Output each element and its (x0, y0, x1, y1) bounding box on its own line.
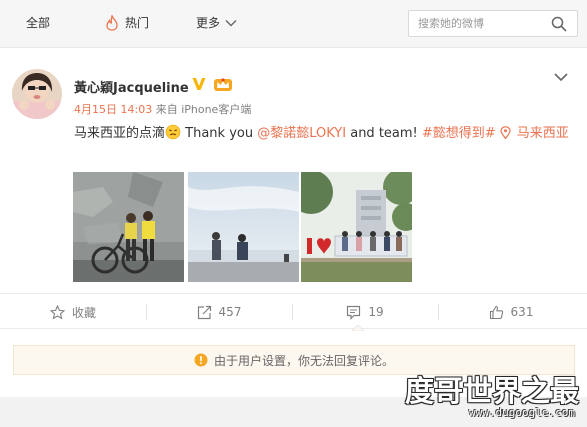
location-link[interactable]: 马来西亚 (517, 126, 569, 141)
post-source: 来自 iPhone客户端 (155, 103, 252, 116)
repost-count: 457 (218, 305, 242, 319)
site-watermark: 度哥世界之最 www.dugoogle.com (393, 368, 581, 424)
post-content: 马来西亚的点滴 Thank you @黎諾懿LOKYI and team! #懿… (74, 123, 574, 145)
comment-button[interactable]: 19 (292, 294, 438, 330)
flame-icon (106, 14, 118, 31)
mention-link[interactable]: @黎諾懿LOKYI (257, 126, 346, 141)
tab-more-label: 更多 (196, 16, 221, 30)
favorite-button[interactable]: 收藏 (0, 294, 146, 330)
tab-hot-label: 热门 (125, 16, 150, 30)
post-image-3[interactable] (301, 172, 412, 282)
chevron-down-icon (225, 19, 237, 26)
star-icon (49, 304, 65, 320)
comment-count: 19 (368, 305, 384, 319)
tab-all-label: 全部 (26, 16, 51, 30)
like-count: 631 (510, 305, 534, 319)
favorite-label: 收藏 (71, 305, 96, 320)
crown-icon[interactable] (213, 76, 233, 92)
post-text-lead: 马来西亚的点滴 (74, 126, 166, 141)
search-box (408, 10, 578, 37)
post-text-and-team: and team! (346, 126, 422, 141)
comment-caret-icon (352, 325, 364, 331)
avatar-image (12, 69, 62, 119)
post-image-1[interactable] (73, 172, 184, 282)
notice-text: 由于用户设置，你无法回复评论。 (213, 353, 394, 368)
post-time[interactable]: 4月15日 14:03 (74, 103, 152, 116)
watermark-url: www.dugoogle.com (469, 406, 575, 419)
verified-v-icon[interactable] (191, 76, 207, 92)
tab-all[interactable]: 全部 (26, 14, 50, 31)
wall-mural-bicycle-image (73, 172, 184, 282)
post-action-bar: 收藏 457 19 631 (0, 293, 587, 331)
comment-icon (347, 305, 361, 320)
like-button[interactable]: 631 (438, 294, 584, 330)
repost-button[interactable]: 457 (146, 294, 292, 330)
sea-shore-image (188, 172, 299, 282)
post-image-2[interactable] (188, 172, 299, 282)
i-love-penang-sign-image (301, 172, 412, 282)
avatar[interactable] (12, 69, 62, 119)
thumbs-up-icon (489, 305, 503, 319)
tab-more[interactable]: 更多 (196, 14, 237, 31)
repost-icon (197, 305, 211, 319)
post-text-thanks: Thank you (185, 126, 258, 141)
post-username[interactable]: 黃心穎Jacqueline (74, 77, 189, 96)
post-meta: 4月15日 14:03 来自 iPhone客户端 (74, 101, 251, 117)
sweat-face-emoji-icon (165, 124, 181, 140)
location-pin-icon (500, 126, 511, 139)
warning-icon (194, 353, 208, 367)
top-nav-bar: 全部 热门 更多 (0, 0, 587, 48)
chevron-down-icon[interactable] (553, 72, 569, 82)
watermark-title: 度哥世界之最 (404, 374, 579, 408)
post-card: 黃心穎Jacqueline 4月15日 14:03 来自 iPhone客户端 马… (0, 57, 587, 397)
topic-link[interactable]: #懿想得到# (422, 126, 496, 141)
search-input[interactable] (409, 11, 549, 36)
search-icon[interactable] (551, 16, 567, 32)
tab-hot[interactable]: 热门 (105, 14, 149, 31)
